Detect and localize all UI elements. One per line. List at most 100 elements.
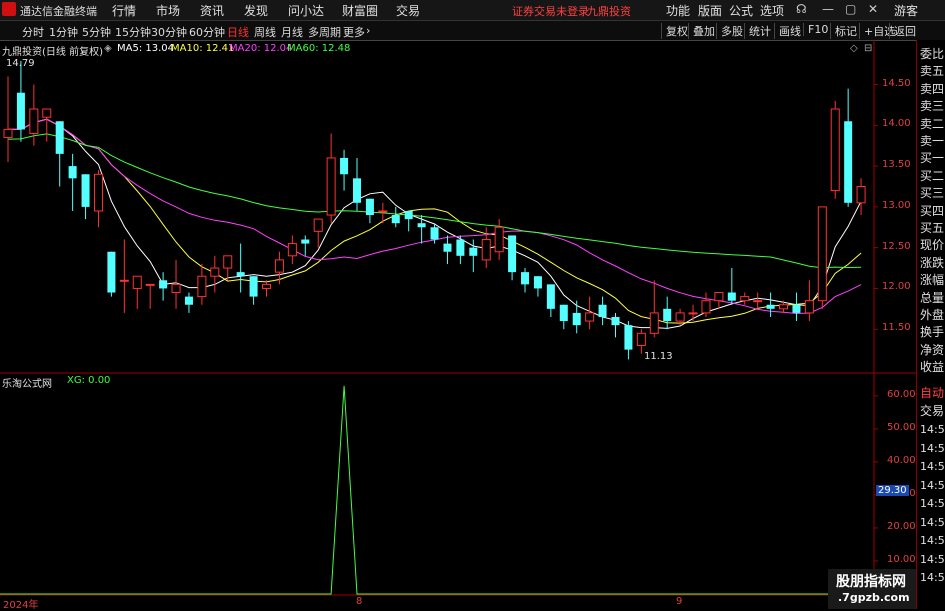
period-15min[interactable]: 15分钟 bbox=[115, 24, 151, 40]
menu-trade[interactable]: 交易 bbox=[396, 2, 420, 19]
period-multi[interactable]: 多周期 bbox=[308, 24, 341, 40]
indicator-name[interactable]: 乐淘公式网 bbox=[2, 375, 52, 390]
menu-ask[interactable]: 问小达 bbox=[288, 2, 324, 19]
candle-body bbox=[81, 174, 90, 207]
period-intraday[interactable]: 分时 bbox=[22, 24, 44, 40]
menu-quotes[interactable]: 行情 bbox=[112, 2, 136, 19]
period-60min[interactable]: 60分钟 bbox=[189, 24, 225, 40]
menu-function[interactable]: 功能 bbox=[666, 2, 690, 19]
menu-discover[interactable]: 发现 bbox=[244, 2, 268, 19]
price-tick-label: 12.00 bbox=[882, 281, 911, 293]
candle-body bbox=[365, 198, 374, 216]
diamond-icon[interactable]: ◇ bbox=[850, 43, 858, 54]
candle-body bbox=[404, 210, 413, 220]
tool-overlay[interactable]: 叠加 bbox=[688, 23, 715, 39]
tool-back[interactable]: 返回 bbox=[889, 23, 916, 39]
candlestick-series bbox=[3, 60, 866, 360]
candle-body bbox=[779, 304, 789, 310]
candle-body bbox=[804, 300, 814, 314]
chevron-right-icon[interactable]: › bbox=[366, 24, 370, 37]
period-daily[interactable]: 日线 bbox=[227, 24, 249, 40]
candle-body bbox=[559, 304, 568, 322]
price-tick-label: 11.50 bbox=[882, 322, 911, 334]
candle-body bbox=[249, 276, 258, 297]
candle-body bbox=[171, 283, 181, 294]
ma10-label: MA10: 12.41 bbox=[171, 43, 235, 54]
candle-body bbox=[585, 312, 595, 322]
candle-body bbox=[159, 280, 168, 289]
candle-body bbox=[521, 272, 530, 285]
menu-layout[interactable]: 版面 bbox=[698, 2, 722, 19]
side-label: 收益 bbox=[920, 360, 945, 375]
period-toolbar: 分时 1分钟 5分钟 15分钟 30分钟 60分钟 日线 周线 月线 多周期 更… bbox=[0, 21, 945, 41]
indicator-tick-label: 20.00 bbox=[887, 520, 916, 532]
kline-chart[interactable] bbox=[0, 40, 916, 609]
candle-body bbox=[469, 247, 478, 256]
period-more[interactable]: 更多 bbox=[343, 24, 365, 40]
side-time: 14:55 bbox=[920, 441, 945, 455]
menu-market[interactable]: 市场 bbox=[156, 2, 180, 19]
candle-body bbox=[93, 173, 103, 212]
side-label: 净资 bbox=[920, 342, 945, 357]
candle-body bbox=[546, 284, 555, 309]
menu-formula[interactable]: 公式 bbox=[729, 2, 753, 19]
side-label: 卖四 bbox=[920, 81, 945, 96]
candle-body bbox=[378, 210, 388, 213]
candle-body bbox=[326, 157, 336, 216]
settings-icon[interactable]: ◈ bbox=[104, 43, 112, 54]
app-logo-icon bbox=[2, 2, 16, 16]
xg-line bbox=[0, 385, 874, 595]
tool-stats[interactable]: 统计 bbox=[744, 23, 771, 39]
minimize-icon[interactable]: — bbox=[822, 2, 834, 16]
candle-body bbox=[714, 292, 724, 302]
candle-body bbox=[624, 325, 633, 350]
ma5-label: MA5: 13.04 bbox=[117, 43, 175, 54]
period-30min[interactable]: 30分钟 bbox=[151, 24, 187, 40]
close-icon[interactable]: ✕ bbox=[868, 2, 878, 16]
headset-icon[interactable]: ☊ bbox=[796, 2, 807, 16]
side-time: 14:56 bbox=[920, 460, 945, 473]
candle-body bbox=[301, 239, 310, 244]
candle-body bbox=[663, 308, 672, 322]
period-5min[interactable]: 5分钟 bbox=[82, 24, 111, 40]
tool-f10[interactable]: F10 bbox=[803, 23, 828, 36]
tool-draw[interactable]: 画线 bbox=[774, 23, 801, 39]
restore-icon[interactable]: ▢ bbox=[845, 2, 856, 16]
candle-body bbox=[184, 296, 193, 305]
app-title: 通达信金融终端 bbox=[20, 5, 97, 18]
tool-multistock[interactable]: 多股 bbox=[716, 23, 743, 39]
candle-body bbox=[119, 279, 129, 282]
period-1min[interactable]: 1分钟 bbox=[49, 24, 78, 40]
candle-body bbox=[740, 296, 750, 302]
candle-body bbox=[508, 235, 517, 273]
side-time: 14:56 bbox=[920, 478, 945, 492]
candle-body bbox=[287, 243, 297, 257]
tool-adjust[interactable]: 复权 bbox=[661, 23, 688, 39]
side-trade[interactable]: 交易 bbox=[920, 402, 944, 419]
ma-line bbox=[8, 118, 862, 324]
scale-icon[interactable]: ⊟ bbox=[864, 43, 872, 54]
axis-cursor-value: 29.30 bbox=[876, 485, 909, 496]
candle-body bbox=[223, 255, 233, 269]
candle-body bbox=[494, 226, 504, 253]
menu-news[interactable]: 资讯 bbox=[200, 2, 224, 19]
broker-name: 九鼎投资 bbox=[587, 5, 631, 18]
candle-body bbox=[830, 108, 840, 192]
side-auto[interactable]: 自动 bbox=[920, 384, 944, 401]
menu-options[interactable]: 选项 bbox=[760, 2, 784, 19]
candle-body bbox=[107, 251, 116, 293]
side-label: 涨幅 bbox=[920, 273, 945, 288]
period-weekly[interactable]: 周线 bbox=[254, 24, 276, 40]
candle-body bbox=[598, 304, 607, 317]
side-label: 委比 bbox=[920, 47, 945, 61]
broker-notice[interactable]: 证券交易未登录 bbox=[512, 3, 589, 19]
side-time: 14:55 bbox=[920, 423, 945, 436]
tool-mark[interactable]: 标记 bbox=[830, 23, 857, 39]
high-price-mark: 14.79 bbox=[6, 58, 35, 69]
menu-wealth[interactable]: 财富圈 bbox=[342, 2, 378, 19]
candle-body bbox=[766, 304, 775, 309]
guest-login[interactable]: 游客 bbox=[894, 2, 918, 19]
candle-body bbox=[844, 121, 853, 203]
period-monthly[interactable]: 月线 bbox=[281, 24, 303, 40]
watermark-line2: .7gpzb.com bbox=[838, 591, 910, 604]
